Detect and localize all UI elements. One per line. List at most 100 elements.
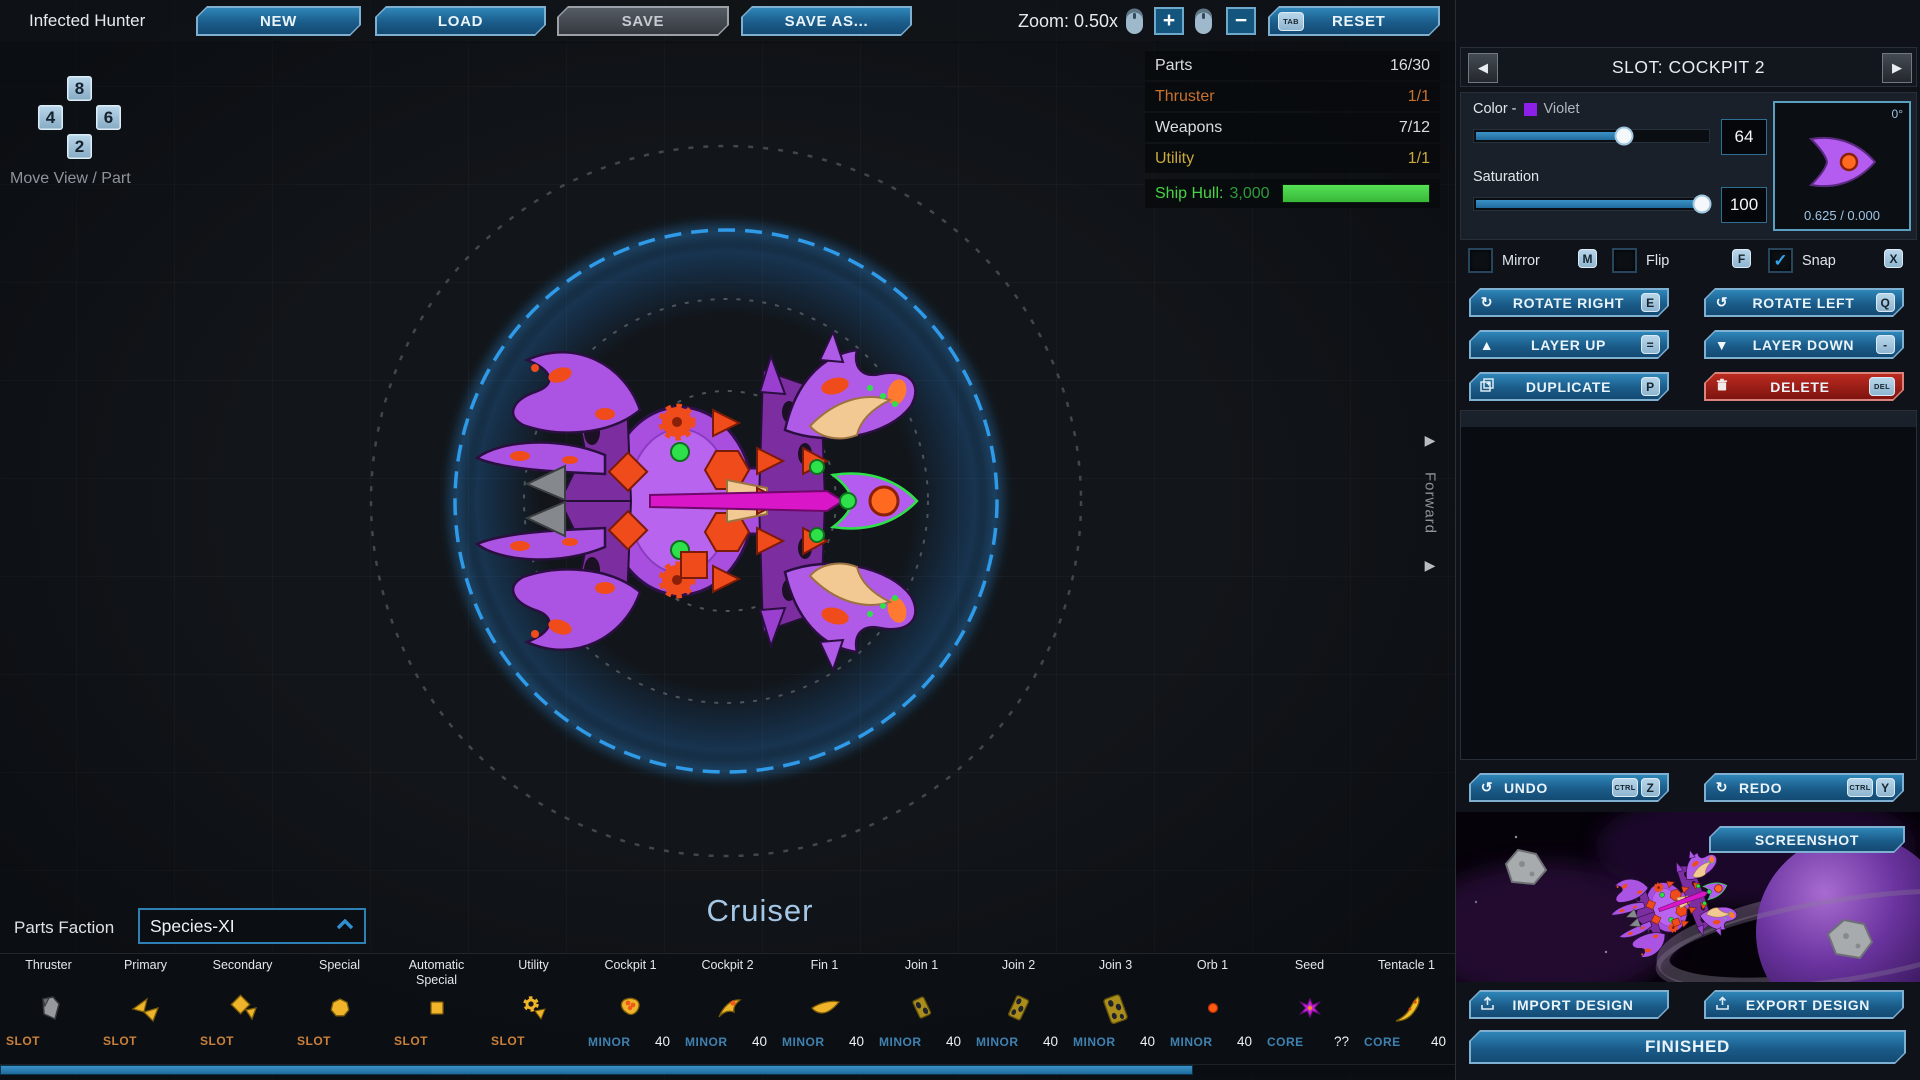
part-item-join-2[interactable]: Join 2 MINOR 40 — [970, 954, 1067, 1065]
stat-row-utility: Utility 1/1 — [1145, 144, 1440, 173]
part-name: Seed — [1294, 958, 1325, 972]
part-name: Join 3 — [1098, 958, 1133, 972]
duplicate-key-badge: P — [1641, 377, 1660, 396]
ship-name-label: Infected Hunter — [29, 11, 146, 30]
slot-header: ◀ ▶ SLOT: COCKPIT 2 — [1460, 47, 1917, 87]
part-value: 40 — [1236, 1034, 1252, 1049]
stat-row-thruster: Thruster 1/1 — [1145, 82, 1440, 111]
duplicate-button[interactable]: DUPLICATE P — [1469, 372, 1669, 401]
flip-checkbox[interactable]: ✓ — [1612, 248, 1637, 273]
part-item-cockpit-1[interactable]: Cockpit 1 MINOR 40 — [582, 954, 679, 1065]
zoom-in-button[interactable]: + — [1154, 7, 1184, 35]
redo-button[interactable]: ↻ REDO CTRL Y — [1704, 773, 1904, 802]
part-name: Tentacle 1 — [1378, 958, 1435, 972]
part-item-fin-1[interactable]: Fin 1 MINOR 40 — [776, 954, 873, 1065]
key-right: 6 — [94, 103, 123, 132]
key-left: 4 — [36, 103, 65, 132]
color-value[interactable]: 64 — [1721, 119, 1767, 155]
screenshot-button[interactable]: SCREENSHOT — [1709, 826, 1905, 853]
part-badge: MINOR — [976, 1034, 1019, 1049]
saturation-value[interactable]: 100 — [1721, 187, 1767, 223]
save-as-button[interactable]: SAVE AS... — [741, 6, 912, 36]
ctrl-key-badge: CTRL — [1847, 778, 1873, 797]
part-badge: SLOT — [103, 1034, 137, 1048]
part-item-utility[interactable]: Utility SLOT — [485, 954, 582, 1065]
part-item-cockpit-2[interactable]: Cockpit 2 MINOR 40 — [679, 954, 776, 1065]
part-badge: MINOR — [782, 1034, 825, 1049]
part-item-thruster[interactable]: Thruster SLOT — [0, 954, 97, 1065]
color-swatch — [1523, 102, 1537, 116]
hull-value: 3,000 — [1229, 184, 1270, 202]
stats-panel: Parts 16/30 Thruster 1/1 Weapons 7/12 Utility 1… — [1145, 51, 1440, 210]
up-icon: ▲ — [1479, 336, 1495, 353]
duplicate-icon — [1478, 378, 1496, 395]
mirror-label: Mirror — [1502, 252, 1540, 269]
layer-up-button[interactable]: ▲ LAYER UP = — [1469, 330, 1669, 359]
mirror-checkbox[interactable]: ✓ — [1468, 248, 1493, 273]
toggle-mirror[interactable]: ✓ Mirror — [1468, 248, 1540, 273]
hull-bar — [1281, 184, 1430, 203]
color-slider-knob[interactable] — [1614, 126, 1634, 146]
part-item-special[interactable]: Special SLOT — [291, 954, 388, 1065]
undo-icon: ↺ — [1480, 779, 1494, 795]
part-list[interactable] — [1460, 410, 1917, 760]
saturation-slider[interactable] — [1473, 194, 1712, 214]
part-item-join-3[interactable]: Join 3 MINOR 40 — [1067, 954, 1164, 1065]
secondary-icon — [194, 990, 291, 1028]
part-item-primary[interactable]: Primary SLOT — [97, 954, 194, 1065]
part-badge: MINOR — [879, 1034, 922, 1049]
finished-button[interactable]: FINISHED — [1469, 1030, 1906, 1064]
saturation-label: Saturation — [1473, 169, 1540, 185]
new-button[interactable]: NEW — [196, 6, 361, 36]
z-key-badge: Z — [1641, 778, 1660, 797]
down-icon: ▼ — [1714, 336, 1730, 353]
part-angle: 0° — [1891, 107, 1903, 121]
import-design-button[interactable]: IMPORT DESIGN — [1469, 990, 1669, 1019]
toggle-snap[interactable]: ✓ Snap — [1768, 248, 1836, 273]
save-button[interactable]: SAVE — [557, 6, 729, 36]
design-preview: SCREENSHOT — [1456, 812, 1920, 982]
load-button[interactable]: LOAD — [375, 6, 546, 36]
color-slider[interactable] — [1473, 126, 1710, 146]
parts-faction-dropdown[interactable]: Species-XI — [138, 908, 366, 944]
redo-keys: CTRL Y — [1847, 778, 1895, 797]
rotate-right-button[interactable]: ↻ ROTATE RIGHT E — [1469, 288, 1669, 317]
part-item-seed[interactable]: Seed CORE ?? — [1261, 954, 1358, 1065]
special-icon — [291, 990, 388, 1028]
undo-button[interactable]: ↺ UNDO CTRL Z — [1469, 773, 1669, 802]
part-value: 40 — [1139, 1034, 1155, 1049]
parts-scrollbar-track[interactable] — [0, 1064, 1455, 1075]
delete-button[interactable]: DELETE DEL — [1704, 372, 1904, 401]
export-icon — [1713, 996, 1731, 1014]
snap-checkbox[interactable]: ✓ — [1768, 248, 1793, 273]
part-item-orb-1[interactable]: Orb 1 MINOR 40 — [1164, 954, 1261, 1065]
forward-marker: ▶ Forward ▶ — [1412, 432, 1448, 582]
part-badge: SLOT — [6, 1034, 40, 1048]
part-value: ?? — [1333, 1034, 1349, 1049]
layer-down-button[interactable]: ▼ LAYER DOWN - — [1704, 330, 1904, 359]
saturation-slider-knob[interactable] — [1692, 194, 1712, 214]
tentacle1-icon — [1358, 990, 1455, 1028]
part-item-secondary[interactable]: Secondary SLOT — [194, 954, 291, 1065]
part-item-automatic-special[interactable]: Automatic Special SLOT — [388, 954, 485, 1065]
reset-button[interactable]: TAB RESET — [1268, 6, 1440, 36]
auto-special-icon — [388, 990, 485, 1028]
part-name: Cockpit 1 — [604, 958, 657, 972]
part-name: Special — [319, 958, 360, 972]
stat-row-parts: Parts 16/30 — [1145, 51, 1440, 80]
zoom-out-button[interactable]: − — [1226, 7, 1256, 35]
join1-icon — [873, 990, 970, 1028]
parts-scrollbar-thumb[interactable] — [0, 1065, 1194, 1075]
key-up: 8 — [65, 74, 94, 103]
part-value: 40 — [945, 1034, 961, 1049]
ship-design[interactable] — [465, 330, 945, 672]
part-name: Fin 1 — [810, 958, 839, 972]
part-item-tentacle-1[interactable]: Tentacle 1 CORE 40 — [1358, 954, 1455, 1065]
flip-label: Flip — [1646, 252, 1670, 269]
export-design-button[interactable]: EXPORT DESIGN — [1704, 990, 1904, 1019]
toggle-flip[interactable]: ✓ Flip — [1612, 248, 1669, 273]
part-item-join-1[interactable]: Join 1 MINOR 40 — [873, 954, 970, 1065]
part-name: Automatic Special — [408, 958, 465, 987]
rotate-left-button[interactable]: ↺ ROTATE LEFT Q — [1704, 288, 1904, 317]
join3-icon — [1067, 990, 1164, 1028]
